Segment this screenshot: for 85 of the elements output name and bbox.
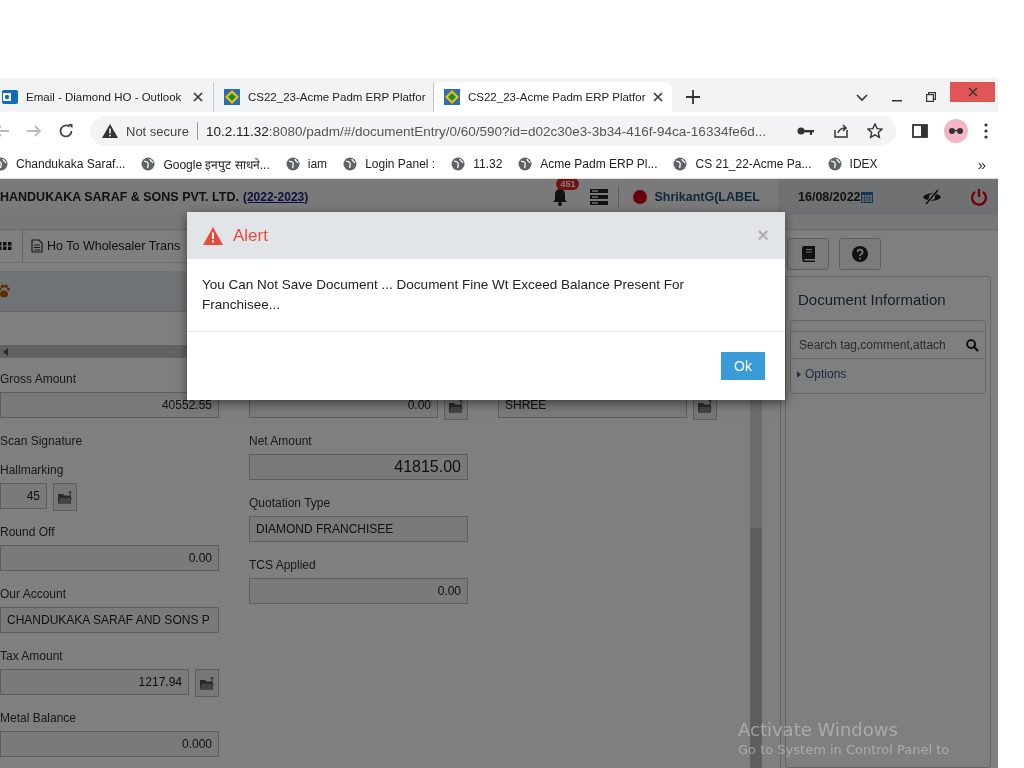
reload-icon[interactable] [58,123,74,139]
date-text: 16/08/2022 [798,190,861,204]
input-field[interactable]: 45 [0,483,47,509]
field-label: Our Account [0,587,68,603]
warning-icon [203,226,223,245]
input-field[interactable]: CHANDUKAKA SARAF AND SONS P [0,607,219,633]
mail-icon [2,89,18,105]
folder-icon [448,399,464,413]
dialog-title: Alert [233,225,268,246]
share-icon[interactable] [833,123,849,139]
globe-icon [827,157,842,171]
bookmark[interactable]: Acme Padm ERP Pl... [518,157,658,171]
book-icon [801,246,815,262]
field-label: Net Amount [249,434,313,450]
document-icon [31,239,43,253]
close-icon[interactable] [193,92,203,102]
minimize-icon[interactable] [892,100,902,102]
restore-icon[interactable] [926,92,936,102]
paw-icon[interactable] [0,284,10,298]
bookmark[interactable]: Login Panel : [343,157,436,171]
globe-icon [141,157,156,171]
options-toggle[interactable]: Options [791,359,985,389]
folder-icon [199,676,215,690]
book-button[interactable] [787,238,829,270]
dialog-message: You Can Not Save Document ... Document Fine Wt Exceed Balance Present For Franchisee... [202,276,685,314]
globe-icon [343,157,358,171]
fiscal-year[interactable]: (2022-2023) [242,190,309,204]
input-field[interactable]: 41815.00 [249,454,468,480]
server-icon[interactable] [590,189,609,205]
user-name[interactable]: ShrikantG(LABEL [654,190,760,204]
bookmark[interactable]: 11.32 [451,157,503,171]
input-field[interactable]: 0.000 [0,731,219,757]
bookmark[interactable]: Google इनपुट साधने... [141,155,270,173]
side-panel-icon[interactable] [912,124,928,138]
globe-icon [673,157,688,171]
ok-button[interactable]: Ok [721,352,765,380]
avatar-icon[interactable] [944,119,968,143]
folder-icon [697,399,713,413]
input-field[interactable]: 0.00 [249,578,468,604]
field-label: Scan Signature [0,434,84,450]
calendar-icon[interactable] [860,191,873,203]
globe-icon [518,157,533,171]
search-field[interactable]: Search tag,comment,attach [799,338,966,352]
bell-icon[interactable] [552,188,569,206]
bookmark[interactable]: Chandukaka Saraf... [0,157,126,171]
globe-icon [451,157,466,171]
close-icon[interactable] [653,92,664,102]
company-name: HANDUKAKA SARAF & SONS PVT. LTD. [0,190,239,204]
field-label: Gross Amount [0,372,78,388]
field-label: Tax Amount [0,649,64,665]
field-label: TCS Applied [249,558,317,574]
globe-icon [285,157,300,171]
caret-icon [797,370,801,378]
warning-icon [102,124,118,138]
question-circle-icon [852,246,868,262]
input-field[interactable]: 1217.94 [0,669,189,695]
new-tab-icon[interactable] [686,90,700,104]
site-logo-icon [224,89,240,105]
input-field[interactable]: 40552.55 [0,392,219,418]
browser-tab[interactable]: CS22_23-Acme Padm ERP Platfor [434,82,672,112]
input-field[interactable]: DIAMOND FRANCHISEE [249,516,468,542]
grid-icon[interactable] [0,242,12,250]
menu-icon[interactable] [984,123,988,139]
bookmark[interactable]: CS 21_22-Acme Pa... [673,157,812,171]
field-label: Round Off [0,525,56,541]
more-bookmarks-button[interactable]: » [977,155,986,173]
field-label: Quotation Type [249,496,332,512]
chevron-down-icon[interactable] [856,94,868,102]
help-button[interactable] [839,238,881,270]
field-label: Metal Balance [0,711,78,727]
star-icon[interactable] [867,123,883,139]
panel-title: Document Information [798,291,947,308]
bookmark[interactable]: IDEX [827,157,878,171]
address-bar[interactable]: Not secure 10.2.11.32:8080/padm/#/documentEntry/0/60/590?id=d02c30e3-3b34-416f-94ca-16334fe6d... [90,116,896,146]
notification-badge: 451 [556,179,580,190]
key-icon[interactable] [797,126,815,136]
bookmark[interactable]: iam [285,157,328,171]
folder-icon [57,490,73,504]
eye-slash-icon[interactable] [922,189,942,205]
close-icon [967,87,978,97]
search-icon[interactable] [966,338,979,352]
input-field[interactable]: 0.00 [0,545,219,571]
status-dot-icon [633,190,648,204]
field-label: Hallmarking [0,463,65,479]
site-logo-icon [444,89,460,105]
